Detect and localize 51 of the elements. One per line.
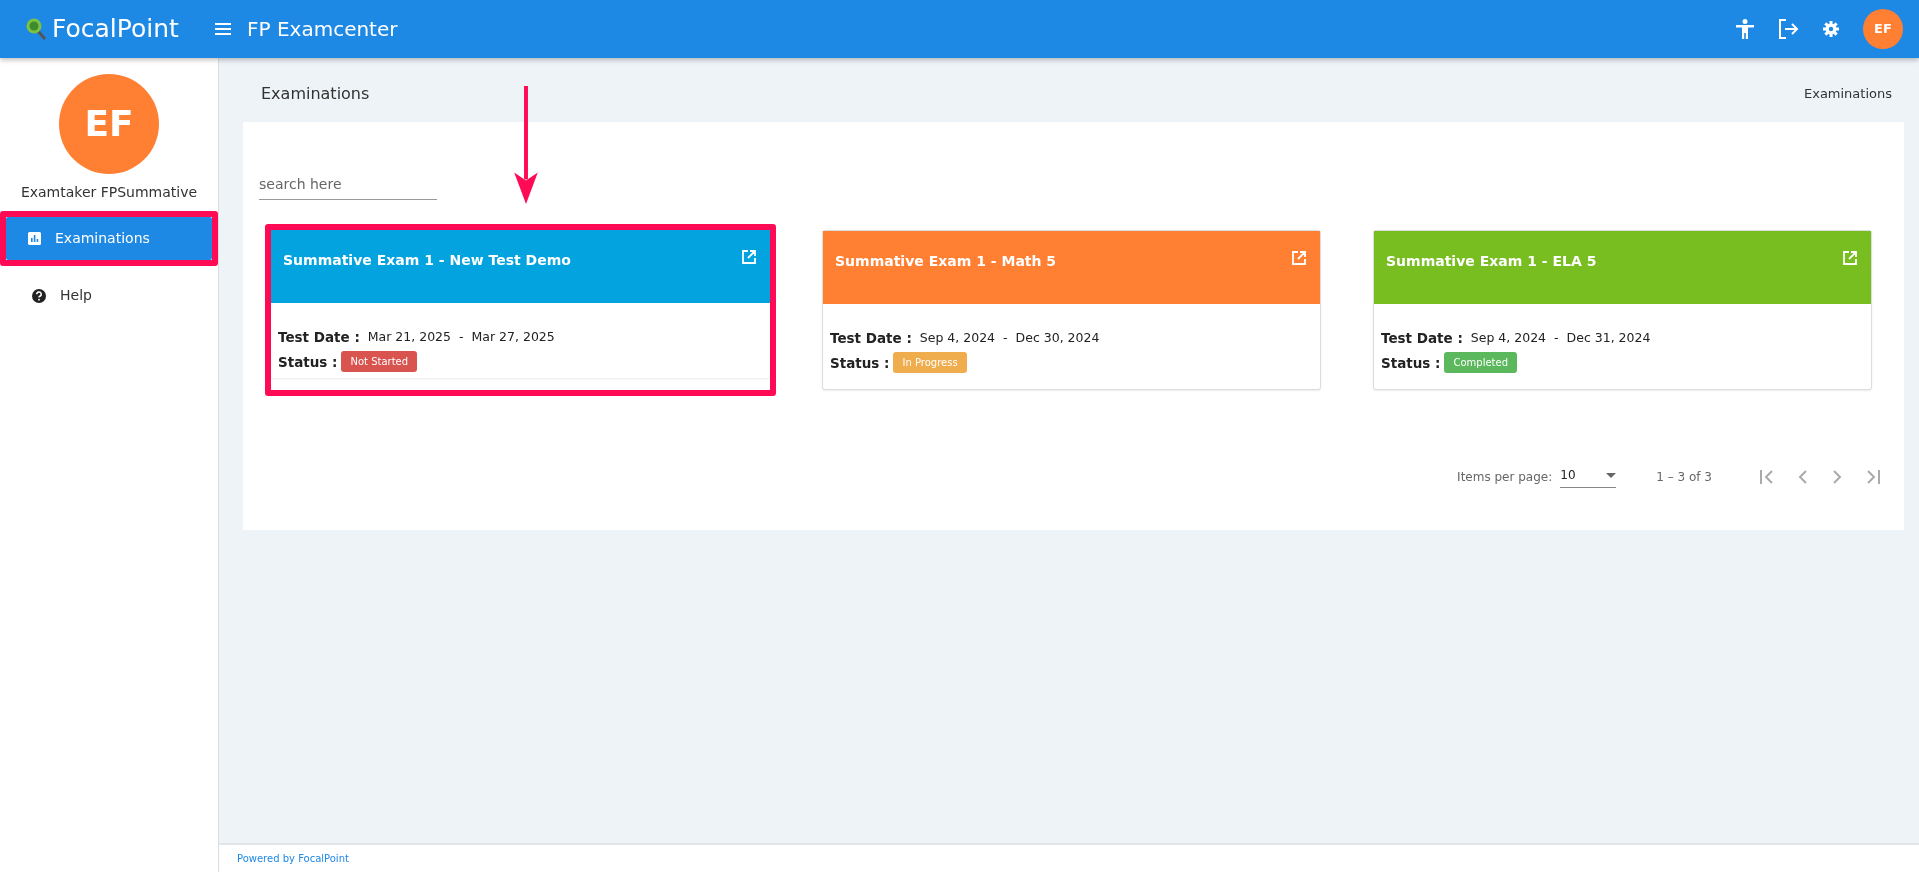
app-title: FP Examcenter: [247, 16, 398, 43]
exam-card[interactable]: Summative Exam 1 - ELA 5 Test Date : Sep 4, 2024 - Dec 31, 2024 Status : Completed: [1373, 230, 1872, 390]
status-tag: Not Started: [341, 351, 418, 373]
exam-title: Summative Exam 1 - New Test Demo: [283, 251, 571, 270]
open-in-new-icon[interactable]: [1843, 251, 1857, 265]
sidebar-item[interactable]: Help: [10, 274, 209, 317]
user-name: Examtaker FPSummative: [19, 183, 199, 202]
accessibility-icon[interactable]: [1736, 19, 1754, 39]
open-in-new-icon[interactable]: [1292, 251, 1306, 265]
date-label: Test Date :: [1381, 329, 1463, 348]
end-date: Dec 30, 2024: [1015, 328, 1100, 347]
end-date: Dec 31, 2024: [1566, 328, 1651, 347]
page-range: 1 – 3 of 3: [1656, 469, 1712, 486]
page-title: Examinations: [261, 83, 370, 105]
status-label: Status :: [278, 352, 338, 372]
magnifier-logo-icon: [26, 17, 48, 41]
previous-page-icon[interactable]: [1798, 469, 1808, 485]
open-in-new-icon[interactable]: [742, 250, 756, 264]
breadcrumb-link[interactable]: Examinations: [1803, 84, 1892, 104]
start-date: Mar 21, 2025: [367, 327, 452, 346]
last-page-icon[interactable]: [1866, 469, 1880, 485]
chart-icon: [28, 232, 41, 245]
start-date: Sep 4, 2024: [1470, 328, 1547, 347]
exam-card[interactable]: Summative Exam 1 - New Test Demo Test Date : Mar 21, 2025 - Mar 27, 2025 Status : Not Started: [271, 230, 770, 378]
status-tag: Completed: [1444, 352, 1518, 374]
date-separator: -: [1554, 328, 1559, 347]
page-size-dropdown[interactable]: 10: [1560, 466, 1617, 488]
sidebar-item[interactable]: Examinations: [6, 217, 212, 260]
exam-title: Summative Exam 1 - Math 5: [835, 252, 1057, 271]
exam-card[interactable]: Summative Exam 1 - Math 5 Test Date : Sep 4, 2024 - Dec 30, 2024 Status : In Progress: [822, 230, 1321, 390]
settings-icon[interactable]: [1823, 21, 1839, 37]
help-icon: [32, 288, 46, 303]
start-date: Sep 4, 2024: [919, 328, 996, 347]
end-date: Mar 27, 2025: [471, 327, 555, 346]
next-page-icon[interactable]: [1832, 469, 1842, 485]
date-separator: -: [459, 327, 464, 346]
items-per-page-label: Items per page:: [1457, 469, 1553, 486]
dropdown-caret-icon: [1606, 472, 1617, 478]
user-avatar: EF: [59, 74, 159, 174]
logout-icon[interactable]: [1778, 19, 1799, 39]
status-label: Status :: [1381, 353, 1441, 373]
status-label: Status :: [830, 353, 890, 373]
date-label: Test Date :: [830, 329, 912, 348]
app-logo-text: FocalPoint: [52, 13, 179, 46]
status-tag: In Progress: [893, 352, 967, 374]
footer-link[interactable]: Powered by FocalPoint: [237, 851, 349, 866]
menu-icon[interactable]: [215, 23, 231, 35]
date-label: Test Date :: [278, 328, 360, 347]
first-page-icon[interactable]: [1760, 469, 1774, 485]
exam-title: Summative Exam 1 - ELA 5: [1386, 252, 1597, 271]
date-separator: -: [1003, 328, 1008, 347]
